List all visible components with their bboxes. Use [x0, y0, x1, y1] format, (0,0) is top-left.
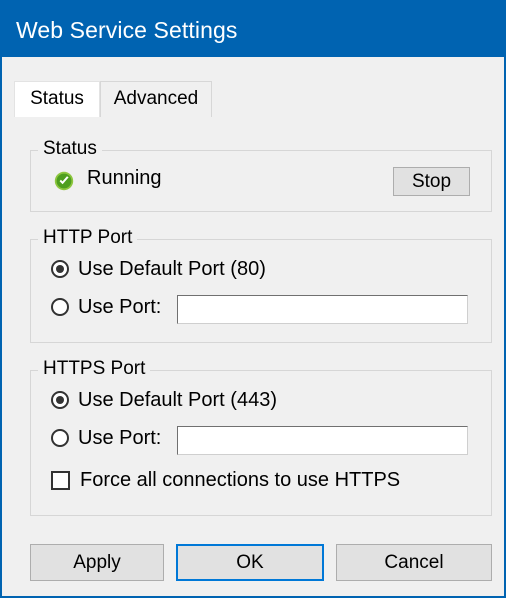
https-default-port-radio[interactable]: [51, 391, 69, 409]
cancel-button[interactable]: Cancel: [336, 544, 492, 581]
status-group: Status Running Stop: [30, 138, 492, 212]
ok-button[interactable]: OK: [176, 544, 324, 581]
http-default-port-label: Use Default Port (80): [78, 258, 266, 280]
title-bar: Web Service Settings: [2, 2, 504, 57]
apply-button[interactable]: Apply: [30, 544, 164, 581]
tab-status[interactable]: Status: [14, 81, 100, 117]
http-custom-port-radio[interactable]: [51, 298, 69, 316]
https-custom-port-radio[interactable]: [51, 429, 69, 447]
https-custom-port-label: Use Port:: [78, 427, 162, 449]
dialog-client-area: Status Advanced Status Running Stop HTTP…: [2, 57, 504, 596]
status-group-legend: Status: [38, 138, 102, 160]
http-default-port-radio[interactable]: [51, 260, 69, 278]
force-https-checkbox[interactable]: [51, 471, 70, 490]
tab-advanced-label: Advanced: [113, 88, 199, 109]
http-port-input[interactable]: [177, 295, 468, 324]
window-title: Web Service Settings: [16, 17, 238, 43]
https-port-input[interactable]: [177, 426, 468, 455]
https-port-group: HTTPS Port Use Default Port (443) Use Po…: [30, 358, 492, 516]
stop-button[interactable]: Stop: [393, 167, 470, 196]
force-https-label: Force all connections to use HTTPS: [80, 469, 401, 491]
https-default-port-label: Use Default Port (443): [78, 389, 277, 411]
http-custom-port-label: Use Port:: [78, 296, 162, 318]
service-state-text: Running: [87, 167, 162, 189]
tab-advanced[interactable]: Advanced: [100, 81, 212, 117]
tab-status-label: Status: [30, 88, 84, 109]
green-check-circle-icon: [54, 171, 74, 191]
http-port-group: HTTP Port Use Default Port (80) Use Port…: [30, 227, 492, 343]
http-port-group-legend: HTTP Port: [38, 227, 138, 249]
web-service-settings-dialog: Web Service Settings Status Advanced Sta…: [0, 0, 506, 598]
https-port-group-legend: HTTPS Port: [38, 358, 151, 380]
